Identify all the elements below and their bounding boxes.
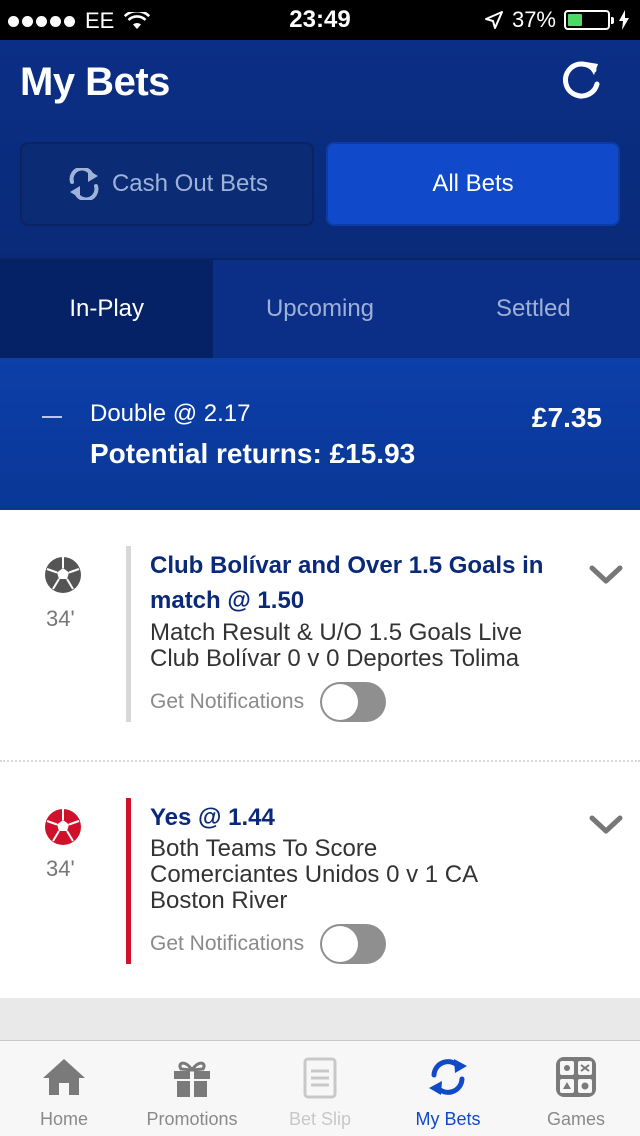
- tab-settled-label: Settled: [495, 295, 571, 322]
- cash-out-bets-label: Cash Out Bets: [111, 170, 269, 197]
- all-bets-button[interactable]: All Bets: [326, 142, 620, 226]
- location-arrow-icon: [484, 11, 503, 29]
- tab-in-play-label: In-Play: [69, 295, 145, 322]
- selection-heading: Yes @ 1.44: [150, 804, 275, 831]
- selection-event: Comerciantes Unidos 0 v 1 CA Boston Rive…: [150, 861, 477, 914]
- list-end-divider: [0, 998, 640, 1040]
- tab-upcoming[interactable]: Upcoming: [213, 258, 427, 358]
- selection-heading: Club Bolívar and Over 1.5 Goals in match…: [150, 552, 544, 614]
- tabbar-promotions-label: Promotions: [146, 1109, 238, 1129]
- betslip-icon: [303, 1057, 337, 1099]
- gift-icon: [174, 1061, 210, 1097]
- football-icon: [45, 557, 81, 593]
- live-status-indicator: [126, 798, 131, 964]
- bet-stake: £7.35: [531, 402, 602, 433]
- selection-event: Club Bolívar 0 v 0 Deportes Tolima: [150, 645, 520, 672]
- battery-percent: 37%: [511, 7, 556, 32]
- tab-settled[interactable]: Settled: [426, 258, 640, 358]
- cash-out-swap-icon: [69, 168, 99, 200]
- tabbar-bet-slip[interactable]: Bet Slip: [256, 1041, 384, 1136]
- refresh-icon[interactable]: [558, 58, 604, 104]
- page-title: My Bets: [20, 60, 170, 104]
- home-icon: [43, 1059, 85, 1095]
- selection-market: Match Result & U/O 1.5 Goals Live: [150, 619, 523, 646]
- battery-icon: [564, 10, 614, 30]
- tabbar-bet-slip-label: Bet Slip: [288, 1109, 352, 1129]
- football-live-icon: [45, 809, 81, 845]
- chevron-down-icon[interactable]: [588, 562, 624, 586]
- bottom-tab-bar: Home Promotions Bet Slip My Bets Games: [0, 1040, 640, 1136]
- tab-in-play[interactable]: In-Play: [0, 258, 214, 358]
- tabbar-games-label: Games: [546, 1109, 606, 1129]
- tabbar-home[interactable]: Home: [0, 1041, 128, 1136]
- selection-market: Both Teams To Score: [150, 835, 378, 862]
- tabbar-home-label: Home: [39, 1109, 88, 1129]
- tabbar-my-bets-label: My Bets: [415, 1109, 481, 1129]
- match-minute: 34': [46, 856, 75, 881]
- notifications-toggle[interactable]: [320, 682, 386, 722]
- notifications-toggle[interactable]: [320, 924, 386, 964]
- all-bets-label: All Bets: [432, 170, 514, 197]
- potential-returns: Potential returns: £15.93: [90, 438, 416, 469]
- tab-upcoming-label: Upcoming: [265, 295, 375, 322]
- bet-type: Double @ 2.17: [90, 400, 251, 427]
- collapse-minus-icon[interactable]: [42, 416, 62, 418]
- tabbar-my-bets[interactable]: My Bets: [384, 1041, 512, 1136]
- notifications-label: Get Notifications: [150, 690, 305, 713]
- status-bar-indicator: [126, 546, 131, 722]
- charging-bolt-icon: [619, 10, 629, 30]
- cash-out-bets-button[interactable]: Cash Out Bets: [20, 142, 314, 226]
- bet-summary[interactable]: Double @ 2.17 Potential returns: £15.93 …: [0, 358, 640, 510]
- games-icon: [556, 1057, 596, 1097]
- bet-selection: 34' Yes @ 1.44 Both Teams To Score Comer…: [0, 760, 640, 998]
- mybets-icon: [429, 1059, 467, 1095]
- bet-selection: 34' Club Bolívar and Over 1.5 Goals in m…: [0, 510, 640, 760]
- chevron-down-icon[interactable]: [588, 812, 624, 836]
- status-bar: EE 23:49 37%: [0, 0, 640, 40]
- tabbar-promotions[interactable]: Promotions: [128, 1041, 256, 1136]
- notifications-label: Get Notifications: [150, 932, 305, 955]
- header: My Bets Cash Out Bets All Bets: [0, 40, 640, 258]
- match-minute: 34': [46, 606, 75, 631]
- bet-status-tabs: In-Play Upcoming Settled: [0, 258, 640, 358]
- tabbar-games[interactable]: Games: [512, 1041, 640, 1136]
